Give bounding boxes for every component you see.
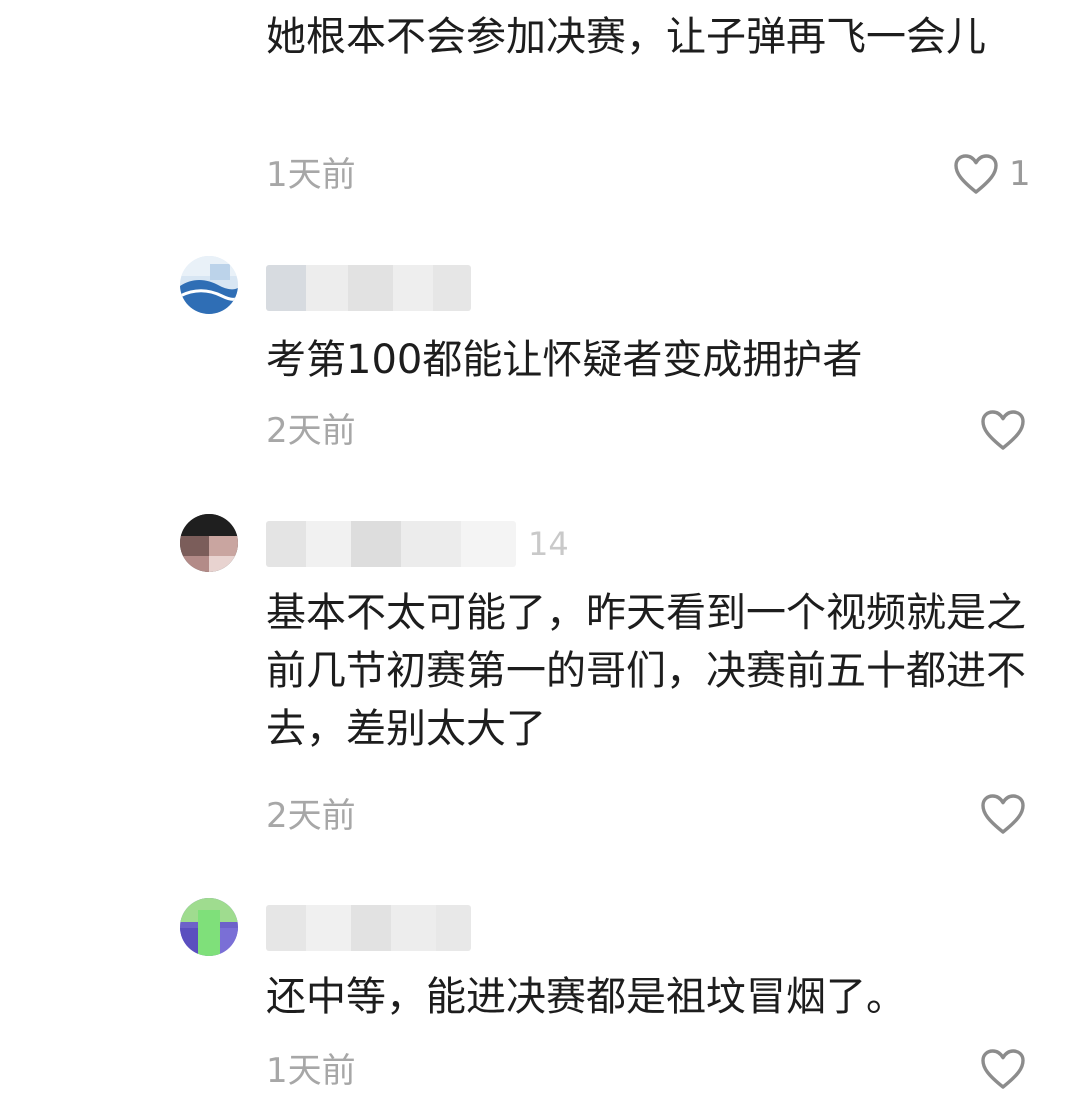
avatar-image <box>180 514 238 572</box>
comment-text: 基本不太可能了，昨天看到一个视频就是之前几节初赛第一的哥们，决赛前五十都进不去，… <box>266 590 1026 752</box>
avatar-image <box>180 256 238 314</box>
comment-time: 2天前 <box>266 796 356 836</box>
like-button[interactable] <box>980 406 1036 454</box>
avatar[interactable] <box>180 256 238 314</box>
avatar[interactable] <box>180 898 238 956</box>
like-count: 1 <box>1009 154 1031 194</box>
avatar-image <box>180 898 238 956</box>
comment-time: 2天前 <box>266 411 356 451</box>
username-blurred[interactable] <box>266 905 471 951</box>
comment-text: 她根本不会参加决赛，让子弹再飞一会儿 <box>266 14 986 60</box>
comment-text: 考第100都能让怀疑者变成拥护者 <box>266 337 863 383</box>
comment-time: 1天前 <box>266 155 356 195</box>
username-blurred[interactable] <box>266 265 471 311</box>
heart-outline-icon <box>981 1049 1025 1089</box>
heart-outline-icon <box>954 154 998 194</box>
like-button[interactable]: 1 <box>953 150 1031 198</box>
heart-outline-icon <box>981 410 1025 450</box>
comment-time: 1天前 <box>266 1051 356 1091</box>
avatar[interactable] <box>180 514 238 572</box>
like-button[interactable] <box>980 1045 1036 1093</box>
like-button[interactable] <box>980 790 1036 838</box>
username-suffix: 14 <box>528 525 569 563</box>
username-blurred[interactable] <box>266 521 516 567</box>
comment-text: 还中等，能进决赛都是祖坟冒烟了。 <box>266 974 906 1020</box>
heart-outline-icon <box>981 794 1025 834</box>
